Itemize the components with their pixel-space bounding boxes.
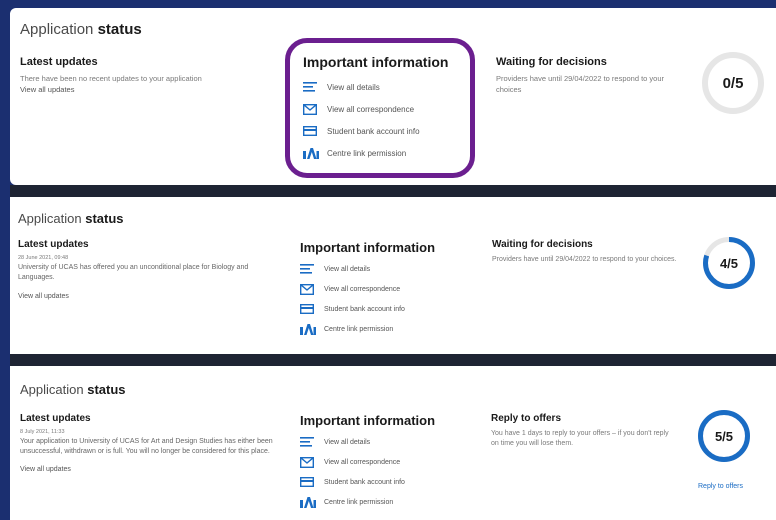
application-status-panel-2: Application status Latest updates 28 Jun… (10, 197, 776, 354)
decision-text: You have 1 days to reply to your offers … (491, 430, 669, 448)
progress-label: 5/5 (714, 428, 734, 444)
details-list-icon (300, 437, 316, 447)
important-information-heading: Important information (300, 413, 436, 428)
panel-1-bottom-bar (10, 185, 776, 197)
latest-updates-text: There have been no recent updates to you… (20, 74, 202, 83)
decision-heading: Waiting for decisions (496, 56, 607, 68)
decision-text: Providers have until 29/04/2022 to respo… (496, 74, 665, 94)
view-all-updates-link[interactable]: View all updates (18, 292, 278, 302)
centre-link-icon (300, 496, 316, 508)
view-all-updates-link[interactable]: View all updates (20, 85, 260, 96)
panel-title: Application status (18, 211, 124, 226)
view-all-correspondence-link[interactable]: View all correspondence (300, 279, 470, 299)
view-all-updates-link[interactable]: View all updates (20, 465, 275, 475)
student-bank-account-info-link[interactable]: Student bank account info (300, 299, 470, 319)
envelope-icon (300, 283, 316, 295)
latest-updates-section: Latest updates 8 July 2021, 11:33 Your a… (20, 413, 275, 475)
decision-heading: Reply to offers (491, 413, 562, 424)
decision-section: Reply to offers You have 1 days to reply… (491, 413, 671, 449)
decision-text: Providers have until 29/04/2022 to respo… (492, 256, 677, 263)
centre-link-permission-link[interactable]: Centre link permission (300, 319, 470, 339)
envelope-icon (300, 456, 316, 468)
reply-to-offers-link[interactable]: Reply to offers (698, 483, 743, 490)
decision-section: Waiting for decisions Providers have unt… (492, 239, 682, 265)
progress-label: 4/5 (719, 255, 739, 271)
centre-link-icon (300, 323, 316, 335)
view-all-details-link[interactable]: View all details (300, 432, 470, 452)
panel-title: Application status (20, 382, 126, 397)
important-information-section: Important information View all details V… (300, 240, 470, 339)
latest-updates-date: 8 July 2021, 11:33 (20, 429, 65, 435)
panel-title: Application status (20, 21, 142, 38)
application-status-panel-3: Application status Latest updates 8 July… (10, 366, 776, 520)
latest-updates-heading: Latest updates (20, 413, 91, 424)
important-information-highlight (285, 38, 475, 178)
view-all-correspondence-link[interactable]: View all correspondence (300, 452, 470, 472)
panel-2-bottom-bar (10, 354, 776, 366)
decision-heading: Waiting for decisions (492, 239, 593, 250)
important-information-section: Important information View all details V… (300, 413, 470, 512)
latest-updates-heading: Latest updates (18, 239, 89, 250)
details-list-icon (300, 264, 316, 274)
bank-card-icon (300, 304, 316, 314)
latest-updates-text: Your application to University of UCAS f… (20, 437, 273, 456)
latest-updates-heading: Latest updates (20, 56, 98, 68)
progress-label: 0/5 (722, 74, 744, 92)
student-bank-account-info-link[interactable]: Student bank account info (300, 472, 470, 492)
latest-updates-section: Latest updates 28 June 2021, 09:48 Unive… (18, 239, 278, 302)
bank-card-icon (300, 477, 316, 487)
latest-updates-text: University of UCAS has offered you an un… (18, 263, 249, 282)
decision-section: Waiting for decisions Providers have unt… (496, 56, 686, 96)
progress-ring: 4/5 (703, 237, 755, 289)
progress-ring: 0/5 (702, 52, 764, 114)
latest-updates-date: 28 June 2021, 09:48 (18, 255, 69, 261)
progress-ring: 5/5 (698, 410, 750, 462)
latest-updates-section: Latest updates There have been no recent… (20, 56, 260, 96)
centre-link-permission-link[interactable]: Centre link permission (300, 492, 470, 512)
important-information-heading: Important information (300, 240, 436, 255)
view-all-details-link[interactable]: View all details (300, 259, 470, 279)
